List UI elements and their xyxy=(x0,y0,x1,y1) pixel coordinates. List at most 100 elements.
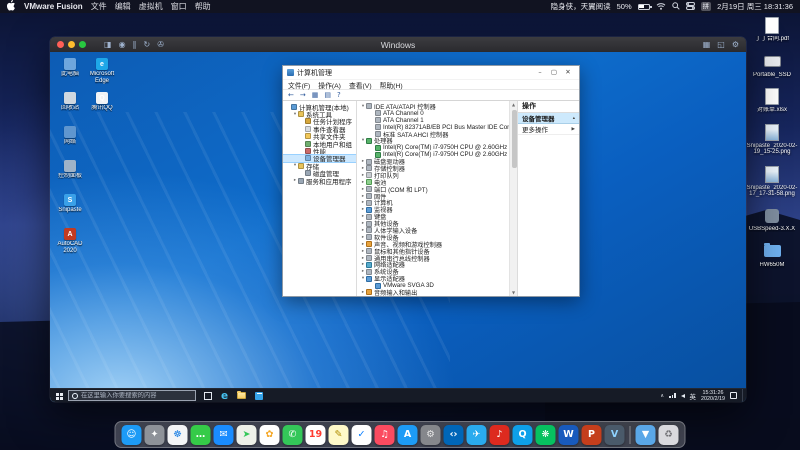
dock-reminders[interactable]: ✓ xyxy=(352,425,372,445)
power-icon[interactable]: ◉ xyxy=(119,40,126,49)
wifi-icon[interactable] xyxy=(656,2,666,12)
help-icon[interactable]: ? xyxy=(337,91,341,99)
tree-item[interactable]: ▸服务和应用程序 xyxy=(283,177,356,184)
scroll-up-icon[interactable]: ▲ xyxy=(512,102,515,107)
scrollbar-thumb[interactable] xyxy=(512,110,517,168)
desktop-icon[interactable]: 网络 xyxy=(55,126,85,146)
desktop-icon[interactable]: Snipaste_2020-02-19_15-25.png xyxy=(745,124,799,156)
dock-facetime[interactable]: ✆ xyxy=(283,425,303,445)
desktop-icon[interactable]: 对账单.xlsx xyxy=(745,88,799,114)
spotlight-search-icon[interactable] xyxy=(672,2,680,12)
display-settings-icon[interactable]: ▦ xyxy=(703,40,711,49)
dock-notes[interactable]: ✎ xyxy=(329,425,349,445)
start-button[interactable] xyxy=(50,389,68,403)
dock-mail[interactable]: ✉ xyxy=(214,425,234,445)
volume-icon[interactable] xyxy=(681,394,685,398)
taskbar-clock[interactable]: 15:31:26 2020/2/19 xyxy=(701,390,725,402)
dock-qq[interactable]: Q xyxy=(513,425,533,445)
snapshot-icon[interactable]: ✇ xyxy=(157,40,164,49)
dock-launchpad[interactable]: ✦ xyxy=(145,425,165,445)
ime-indicator[interactable]: 英 xyxy=(690,391,697,401)
actions-group-device-manager[interactable]: 设备管理器 ▴ xyxy=(518,113,579,124)
dock-finder[interactable]: ☺ xyxy=(122,425,142,445)
input-method-indicator[interactable]: 拼 xyxy=(701,2,712,11)
minimize-button[interactable] xyxy=(68,41,75,48)
menubar-menu[interactable]: 帮助 xyxy=(195,1,211,12)
desktop-icon[interactable]: eMicrosoft Edge xyxy=(87,58,117,84)
dock-wechat[interactable]: ❋ xyxy=(536,425,556,445)
desktop-icon[interactable]: Portable_SSD xyxy=(745,53,799,79)
maximize-button[interactable]: ▢ xyxy=(547,66,561,79)
edge-icon[interactable]: e xyxy=(221,391,228,401)
store-icon[interactable] xyxy=(255,392,263,400)
battery-icon[interactable] xyxy=(638,4,650,10)
device-tree-item[interactable]: ▾显示适配器 xyxy=(359,275,507,282)
menubar-status-text[interactable]: 隐身侠，天翼阅读 xyxy=(551,1,611,12)
dock-system-preferences[interactable]: ⚙ xyxy=(421,425,441,445)
cm-menu[interactable]: 查看(V) xyxy=(349,80,372,90)
desktop-icon[interactable]: Q腾讯QQ xyxy=(87,92,117,112)
minimize-button[interactable]: – xyxy=(533,66,547,79)
desktop-icon[interactable]: Snipaste_2020-02-17_17-31-58.png xyxy=(745,166,799,198)
dock-vscode[interactable]: ‹› xyxy=(444,425,464,445)
close-button[interactable] xyxy=(57,41,64,48)
dock-app-store[interactable]: A xyxy=(398,425,418,445)
desktop-icon[interactable]: SSnipaste xyxy=(55,194,85,214)
desktop-icon[interactable]: HW650M xyxy=(745,242,799,269)
menubar-menu[interactable]: 编辑 xyxy=(115,1,131,12)
console-tree-icon[interactable]: ▦ xyxy=(312,91,319,99)
dock-powerpoint[interactable]: P xyxy=(582,425,602,445)
cm-menu[interactable]: 帮助(H) xyxy=(380,80,403,90)
desktop-icon[interactable]: 此电脑 xyxy=(55,58,85,78)
cm-titlebar[interactable]: 计算机管理 –▢✕ xyxy=(283,66,579,79)
device-list-scrollbar[interactable]: ▲ ▼ xyxy=(509,101,517,296)
zoom-button[interactable] xyxy=(79,41,86,48)
dock-maps[interactable]: ➤ xyxy=(237,425,257,445)
forward-icon[interactable]: → xyxy=(300,91,306,99)
desktop-icon[interactable]: 控制面板 xyxy=(55,160,85,180)
desktop-icon[interactable]: USBSpeed-3.X.X xyxy=(745,208,799,233)
dock-word[interactable]: W xyxy=(559,425,579,445)
dock-netease-music[interactable]: ♪ xyxy=(490,425,510,445)
cm-menu[interactable]: 操作(A) xyxy=(318,80,341,90)
show-desktop-button[interactable] xyxy=(742,389,745,403)
device-tree-item[interactable]: ▸音频输入和输出 xyxy=(359,289,507,296)
vmware-titlebar[interactable]: ◨◉∥↻✇ Windows ▦◱⚙ xyxy=(50,37,746,52)
dock-messages[interactable]: … xyxy=(191,425,211,445)
apple-menu-icon[interactable] xyxy=(7,0,16,13)
actions-more[interactable]: 更多操作 ▶ xyxy=(518,124,579,135)
dock-photos[interactable]: ✿ xyxy=(260,425,280,445)
scroll-down-icon[interactable]: ▼ xyxy=(512,290,515,295)
network-icon[interactable] xyxy=(669,393,676,398)
menubar-clock[interactable]: 2月19日 周三 18:31:36 xyxy=(717,1,793,12)
menubar-menu[interactable]: 虚拟机 xyxy=(139,1,163,12)
menubar-menu[interactable]: 文件 xyxy=(91,1,107,12)
tree-item[interactable]: 设备管理器 xyxy=(283,155,356,162)
menubar-menu[interactable]: 窗口 xyxy=(171,1,187,12)
taskbar-search[interactable] xyxy=(68,390,196,401)
dock-downloads[interactable]: ▼ xyxy=(636,425,656,445)
desktop-icon[interactable]: 回收站 xyxy=(55,92,85,112)
task-view-icon[interactable] xyxy=(204,392,212,400)
control-center-icon[interactable] xyxy=(686,2,695,12)
action-center-icon[interactable] xyxy=(730,392,737,399)
cm-menu[interactable]: 文件(F) xyxy=(288,80,310,90)
search-input[interactable] xyxy=(81,392,192,399)
dock-music[interactable]: ♫ xyxy=(375,425,395,445)
dock-safari[interactable]: ☸ xyxy=(168,425,188,445)
properties-icon[interactable]: ▤ xyxy=(324,91,331,99)
menubar-app-name[interactable]: VMware Fusion xyxy=(24,2,83,11)
dock-calendar[interactable]: 19 xyxy=(306,425,326,445)
vm-settings-icon[interactable]: ⚙ xyxy=(732,40,739,49)
fullscreen-icon[interactable]: ◱ xyxy=(717,40,725,49)
dock-vmware-fusion[interactable]: V xyxy=(605,425,625,445)
device-tree-item[interactable]: ATA Channel 1 xyxy=(359,117,507,124)
restart-icon[interactable]: ↻ xyxy=(144,40,151,49)
tray-chevron-icon[interactable]: ∧ xyxy=(660,393,664,399)
dock-telegram[interactable]: ✈ xyxy=(467,425,487,445)
close-button[interactable]: ✕ xyxy=(561,66,575,79)
device-tree-item[interactable]: ▾IDE ATA/ATAPI 控制器 xyxy=(359,103,507,110)
desktop-icon[interactable]: 丁丁合同.pdf xyxy=(745,17,799,43)
dock-trash[interactable]: ♻ xyxy=(659,425,679,445)
file-explorer-icon[interactable] xyxy=(237,392,246,399)
